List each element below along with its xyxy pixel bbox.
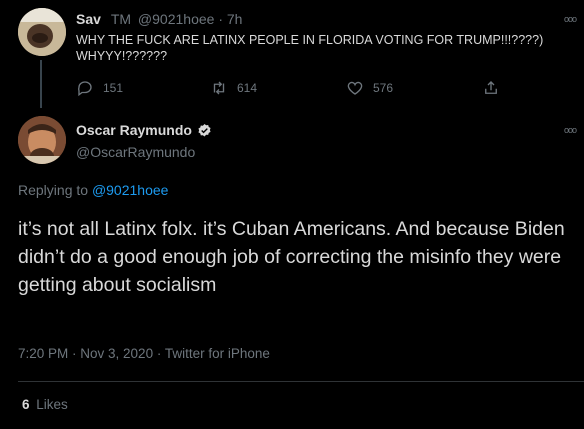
more-options-icon[interactable]: ooo: [564, 125, 577, 135]
likes-label: Likes: [36, 397, 68, 412]
divider: [18, 381, 584, 382]
parent-time[interactable]: 7h: [227, 11, 243, 27]
parent-avatar[interactable]: [18, 8, 66, 56]
main-name[interactable]: Oscar Raymundo: [76, 122, 192, 138]
retweet-icon: [213, 81, 225, 95]
parent-header: Sav TM @9021hoee · 7h: [76, 11, 243, 27]
parent-tweet[interactable]: Sav TM @9021hoee · 7h ooo WHY THE FUCK A…: [0, 0, 584, 110]
more-options-icon[interactable]: ooo: [564, 14, 577, 24]
tweet-text: it’s not all Latinx folx. it’s Cuban Ame…: [18, 218, 565, 296]
share-icon: [485, 81, 497, 94]
likes-stat[interactable]: 6 Likes: [22, 397, 68, 412]
reply-button[interactable]: 151: [76, 79, 123, 97]
parent-name[interactable]: Sav: [76, 11, 101, 27]
parent-tm: TM: [110, 11, 132, 27]
like-button[interactable]: 576: [346, 79, 393, 97]
reply-icon: [77, 81, 92, 97]
parent-text: WHY THE FUCK ARE LATINX PEOPLE IN FLORID…: [76, 33, 544, 63]
main-author[interactable]: Oscar Raymundo: [76, 122, 212, 138]
replying-prefix: Replying to: [18, 182, 89, 198]
like-icon: [347, 81, 363, 95]
main-avatar[interactable]: [18, 116, 66, 164]
replying-to: Replying to @9021hoee: [18, 182, 168, 198]
reply-count: 151: [103, 81, 124, 95]
parent-actions: 151 614 576: [76, 79, 516, 99]
share-button[interactable]: [482, 79, 500, 97]
tweet-meta[interactable]: 7:20 PM · Nov 3, 2020 · Twitter for iPho…: [18, 346, 270, 361]
like-count: 576: [373, 81, 394, 95]
likes-count: 6: [22, 397, 30, 412]
parent-handle[interactable]: @9021hoee: [138, 11, 215, 27]
thread-line: [40, 60, 42, 108]
replying-to-link[interactable]: @9021hoee: [92, 182, 169, 198]
retweet-count: 614: [237, 81, 258, 95]
retweet-button[interactable]: 614: [210, 79, 257, 97]
main-handle[interactable]: @OscarRaymundo: [76, 144, 195, 160]
verified-icon: [198, 123, 211, 136]
